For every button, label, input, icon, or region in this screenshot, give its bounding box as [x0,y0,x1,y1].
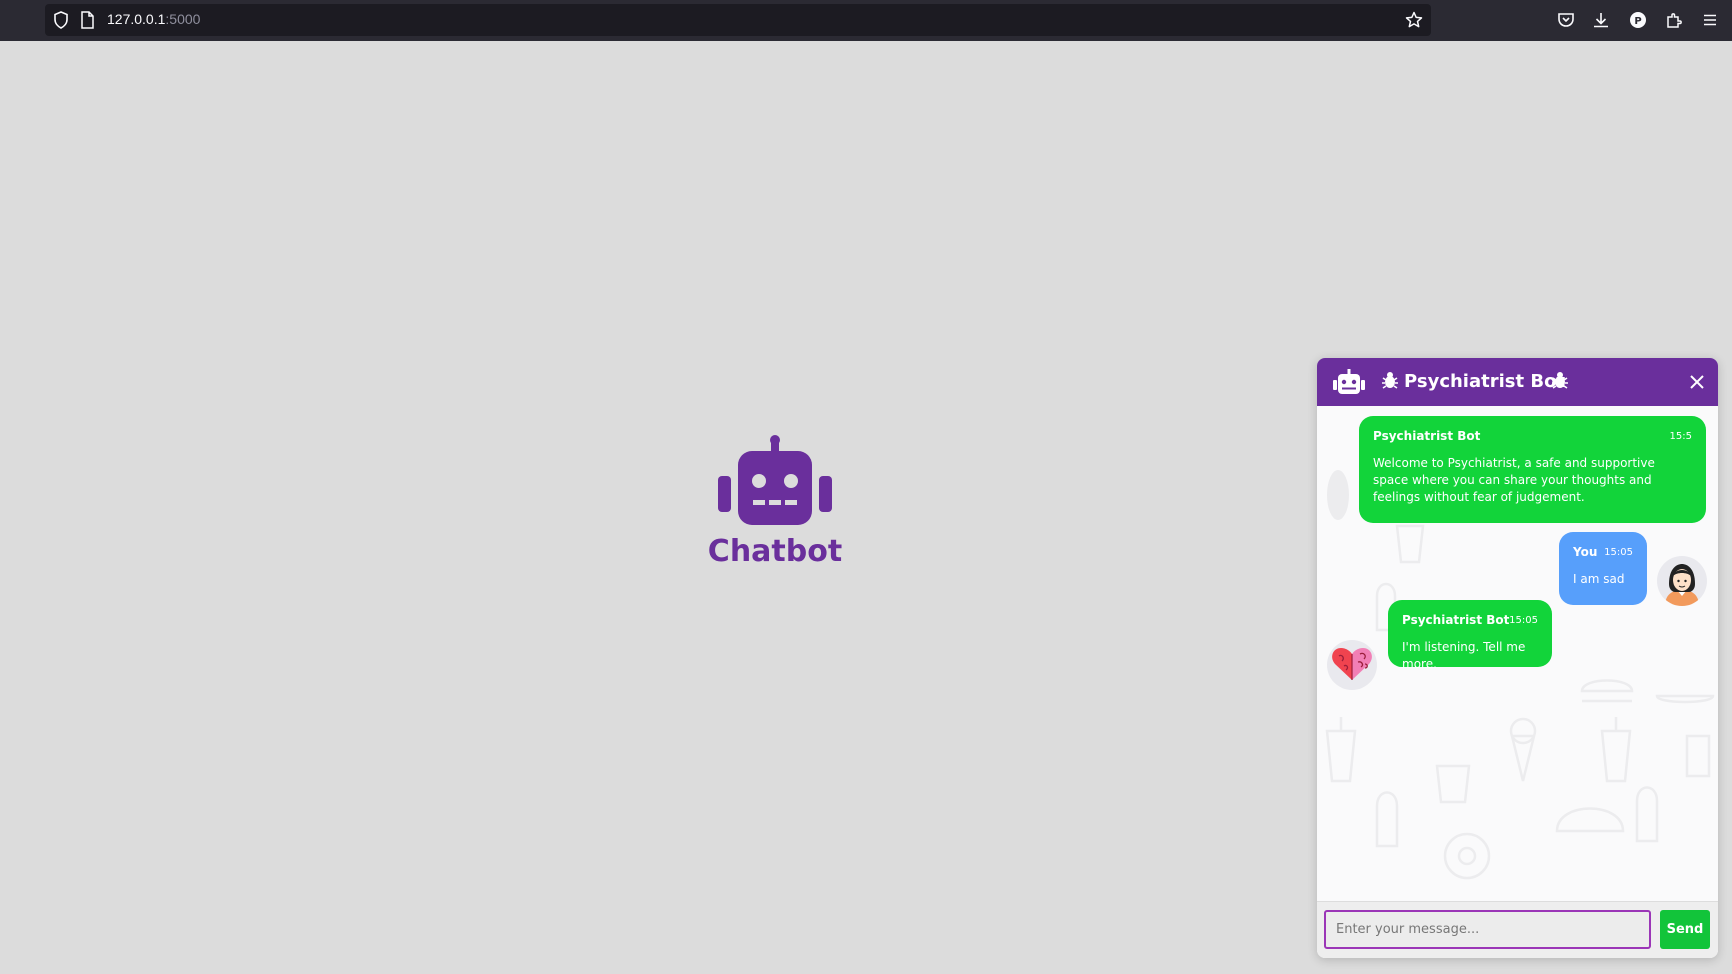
chat-message: You 15:05 I am sad [1559,532,1647,605]
bot-avatar [1327,640,1377,690]
chat-messages[interactable]: Psychiatrist Bot 15:5 Welcome to Psychia… [1317,406,1718,901]
message-time: 15:05 [1509,615,1538,626]
message-time: 15:5 [1669,431,1692,442]
message-input[interactable] [1324,910,1651,949]
address-bar[interactable]: 127.0.0.1:5000 [45,4,1431,36]
chat-title: Psychiatrist Bot [1404,371,1566,392]
bug-icon [1550,371,1570,395]
user-avatar [1657,556,1707,606]
url-host: 127.0.0.1 [107,11,166,27]
message-sender: Psychiatrist Bot [1373,429,1481,443]
url-port: :5000 [165,11,201,27]
robot-icon [718,435,832,530]
bug-icon [1380,371,1400,395]
chat-header: Psychiatrist Bot [1317,358,1718,406]
chat-input-area: Send [1317,901,1718,958]
message-text: I'm listening. Tell me more. [1402,640,1526,671]
center-title: Chatbot [707,534,843,569]
download-icon[interactable] [1592,11,1610,33]
browser-toolbar: 127.0.0.1:5000 P [0,0,1732,41]
send-button[interactable]: Send [1660,910,1710,949]
profile-icon[interactable]: P [1629,11,1647,33]
center-logo: Chatbot [700,434,850,569]
pocket-icon[interactable] [1557,11,1575,33]
chat-widget: Psychiatrist Bot Psychiatrist Bot 15:5 W… [1317,358,1718,958]
svg-text:P: P [1634,16,1641,27]
extensions-icon[interactable] [1665,11,1683,33]
close-icon[interactable] [1686,371,1708,393]
shield-icon[interactable] [53,11,69,33]
menu-icon[interactable] [1701,11,1719,33]
message-text: Welcome to Psychiatrist, a safe and supp… [1373,456,1655,504]
bookmark-star-icon[interactable] [1405,11,1423,33]
chat-message: Psychiatrist Bot 15:05 I'm listening. Te… [1388,600,1552,671]
url-text[interactable]: 127.0.0.1:5000 [107,11,200,27]
page-icon [80,11,94,33]
robot-icon [1333,369,1365,399]
bot-avatar [1327,470,1349,520]
message-text: I am sad [1573,572,1625,586]
message-time: 15:05 [1604,547,1633,558]
chat-message: Psychiatrist Bot 15:5 Welcome to Psychia… [1359,416,1706,523]
